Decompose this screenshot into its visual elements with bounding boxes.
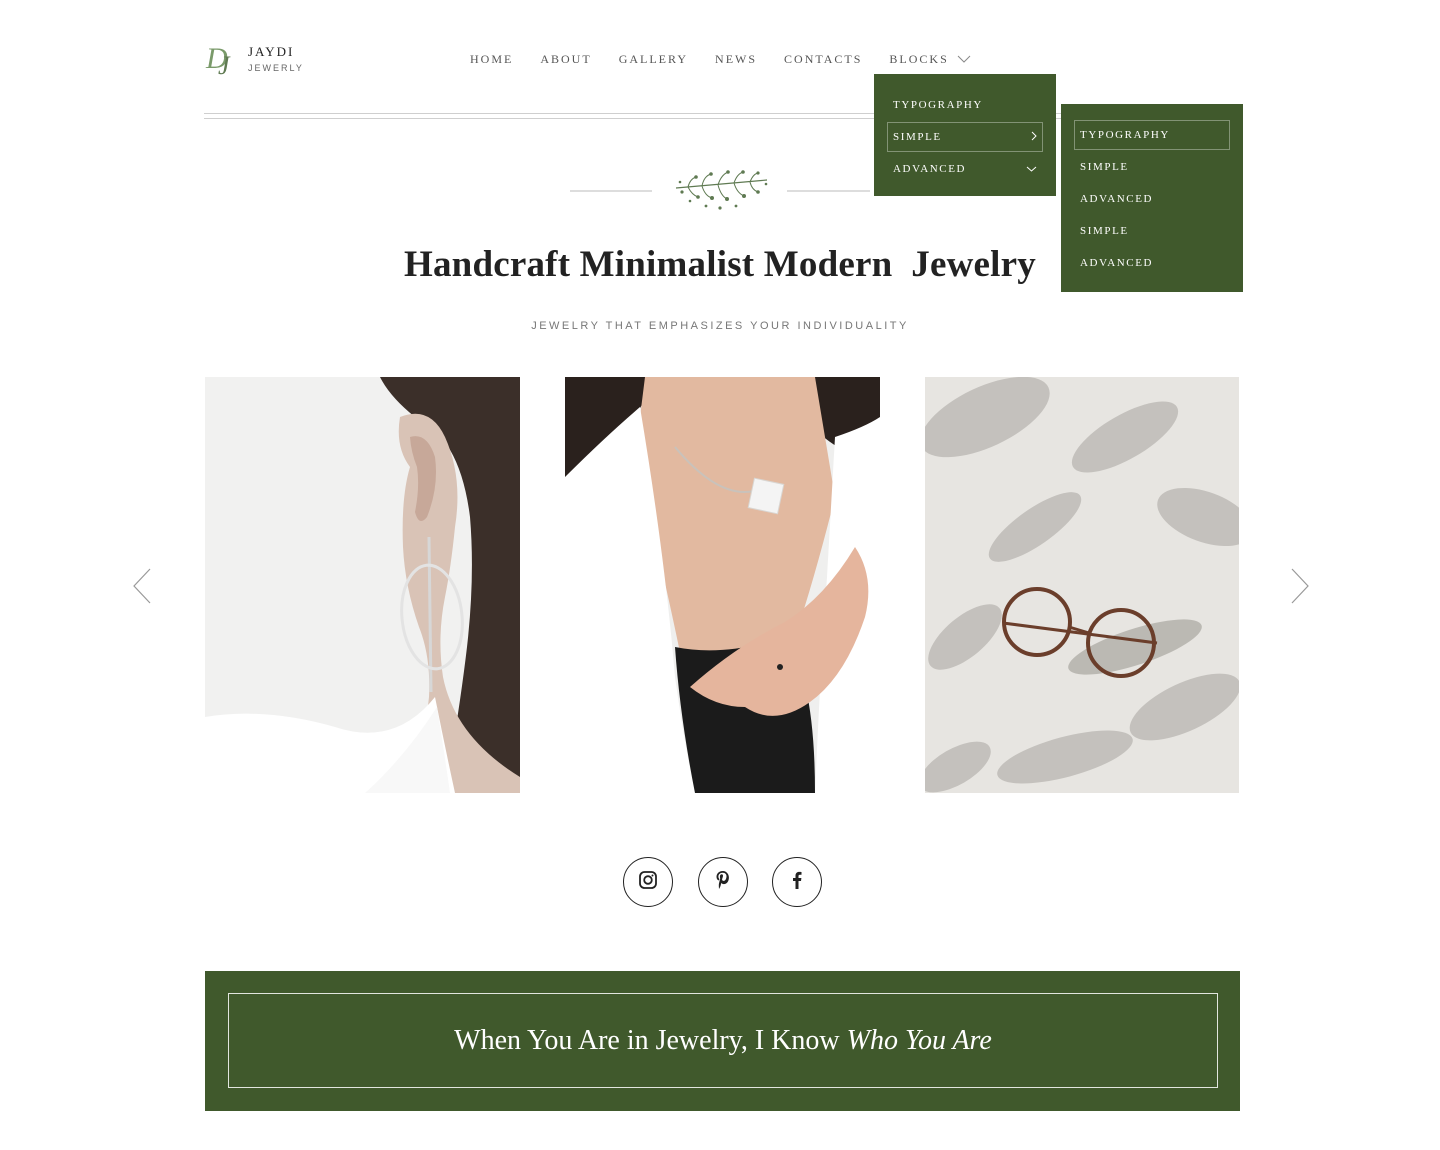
nav-contacts[interactable]: CONTACTS [784, 52, 862, 67]
submenu-item-advanced[interactable]: ADVANCED [1074, 184, 1230, 214]
nav-home[interactable]: HOME [470, 52, 513, 67]
carousel-next-arrow-icon[interactable] [1289, 568, 1311, 604]
page-title: Handcraft Minimalist Modern Jewelry [404, 244, 1036, 285]
brand-logo[interactable]: D J JAYDI JEWERLY [205, 40, 304, 80]
quote-text-plain: When You Are in Jewelry, I Know [454, 1024, 847, 1056]
chevron-down-icon [957, 52, 971, 67]
quote-text: When You Are in Jewelry, I Know Who You … [454, 1025, 992, 1057]
pinterest-icon [715, 870, 731, 895]
menu-item-label: SIMPLE [1080, 225, 1129, 237]
quote-banner: When You Are in Jewelry, I Know Who You … [205, 971, 1240, 1111]
brand-name: JAYDI [248, 44, 295, 59]
facebook-button[interactable] [772, 857, 822, 907]
necklace-photo[interactable] [565, 377, 880, 793]
chevron-right-icon [1031, 131, 1037, 144]
nav-blocks-label: BLOCKS [889, 52, 949, 66]
quote-text-italic: Who You Are [846, 1024, 992, 1056]
nav-news[interactable]: NEWS [715, 52, 757, 67]
menu-item-simple[interactable]: SIMPLE [887, 122, 1043, 152]
menu-item-label: SIMPLE [893, 131, 942, 143]
pinterest-button[interactable] [698, 857, 748, 907]
nav-blocks[interactable]: BLOCKS [889, 52, 971, 67]
glasses-photo[interactable] [925, 377, 1239, 793]
menu-item-advanced[interactable]: ADVANCED [887, 154, 1043, 184]
main-nav: HOME ABOUT GALLERY NEWS CONTACTS BLOCKS [470, 52, 971, 67]
quote-frame: When You Are in Jewelry, I Know Who You … [228, 993, 1218, 1088]
instagram-icon [639, 870, 657, 894]
menu-item-label: TYPOGRAPHY [1080, 129, 1170, 141]
facebook-icon [792, 871, 802, 894]
menu-item-label: ADVANCED [893, 163, 967, 175]
submenu-item-simple[interactable]: SIMPLE [1074, 152, 1230, 182]
carousel-prev-arrow-icon[interactable] [131, 568, 153, 604]
menu-item-label: SIMPLE [1080, 161, 1129, 173]
menu-item-label: TYPOGRAPHY [893, 99, 983, 111]
blocks-dropdown-menu: TYPOGRAPHY SIMPLE ADVANCED [874, 74, 1056, 196]
menu-item-label: ADVANCED [1080, 193, 1154, 205]
submenu-item-typography[interactable]: TYPOGRAPHY [1074, 120, 1230, 150]
submenu-item-simple[interactable]: SIMPLE [1074, 216, 1230, 246]
earring-photo[interactable] [205, 377, 520, 793]
page-subtitle: JEWELRY THAT EMPHASIZES YOUR INDIVIDUALI… [531, 320, 909, 332]
brand-subtitle: JEWERLY [248, 63, 304, 73]
chevron-down-icon [1026, 163, 1037, 175]
svg-text:J: J [218, 51, 231, 76]
nav-gallery[interactable]: GALLERY [619, 52, 688, 67]
menu-item-typography[interactable]: TYPOGRAPHY [887, 90, 1043, 120]
logo-monogram-icon: D J [205, 40, 239, 80]
nav-about[interactable]: ABOUT [540, 52, 591, 67]
instagram-button[interactable] [623, 857, 673, 907]
floral-ornament-icon [570, 168, 870, 220]
